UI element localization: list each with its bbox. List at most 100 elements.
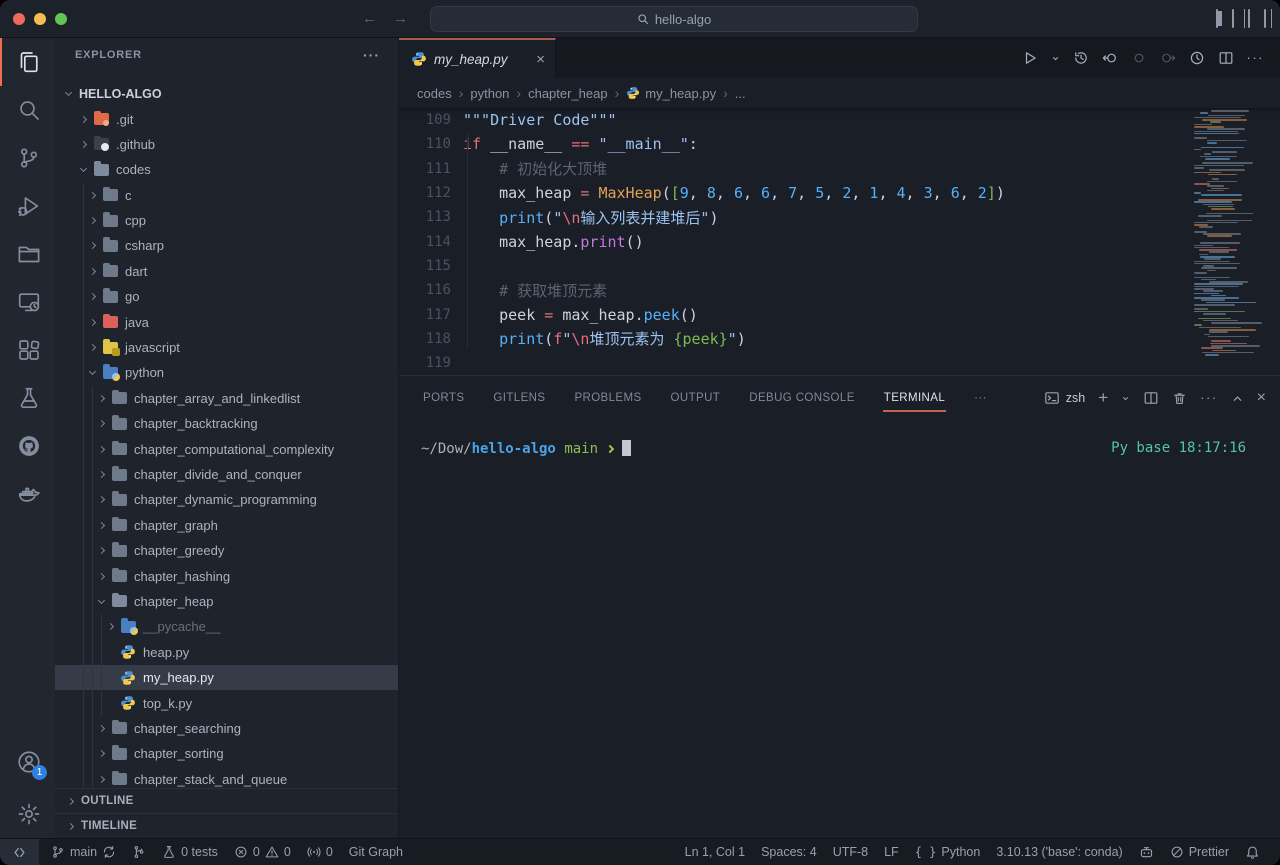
tree-item-csharp[interactable]: csharp — [55, 233, 398, 258]
activitybar-docker[interactable] — [0, 470, 55, 518]
breadcrumb-item-chapter_heap[interactable]: chapter_heap — [528, 86, 608, 101]
history-back-button[interactable]: ← — [362, 10, 377, 27]
tree-item-chapter_hashing[interactable]: chapter_hashing — [55, 563, 398, 588]
statusbar-tests[interactable]: 0 tests — [154, 839, 226, 865]
statusbar-prettier[interactable]: Prettier — [1162, 839, 1237, 865]
activitybar-run-and-debug[interactable] — [0, 182, 55, 230]
chevron-right-icon[interactable] — [94, 447, 108, 452]
layout-bottom-icon[interactable] — [1232, 10, 1234, 28]
minimize-window-button[interactable] — [34, 13, 46, 25]
breadcrumb-item-codes[interactable]: codes — [417, 86, 452, 101]
nav-circle-icon[interactable] — [1131, 50, 1147, 66]
history-forward-button[interactable]: → — [393, 10, 408, 27]
activitybar-search[interactable] — [0, 86, 55, 134]
activitybar-source-control[interactable] — [0, 134, 55, 182]
breadcrumb-item-my_heap.py[interactable]: my_heap.py — [626, 86, 716, 101]
chevron-right-icon[interactable] — [94, 523, 108, 528]
tree-item-chapter_sorting[interactable]: chapter_sorting — [55, 741, 398, 766]
tree-item-java[interactable]: java — [55, 309, 398, 334]
activitybar-testing[interactable] — [0, 374, 55, 422]
tree-item-chapter_computational_complexity[interactable]: chapter_computational_complexity — [55, 436, 398, 461]
tree-item-codes[interactable]: codes — [55, 157, 398, 182]
tree-item-chapter_heap[interactable]: chapter_heap — [55, 589, 398, 614]
statusbar-copilot[interactable] — [1131, 839, 1162, 865]
tree-item-chapter_array_and_linkedlist[interactable]: chapter_array_and_linkedlist — [55, 386, 398, 411]
tree-item-javascript[interactable]: javascript — [55, 335, 398, 360]
tree-item-go[interactable]: go — [55, 284, 398, 309]
chevron-right-icon[interactable] — [94, 726, 108, 731]
statusbar-remote-indicator[interactable] — [0, 839, 39, 865]
breadcrumb-item-python[interactable]: python — [470, 86, 509, 101]
close-window-button[interactable] — [13, 13, 25, 25]
code-editor[interactable]: 109"""Driver Code"""110if __name__ == "_… — [399, 108, 1280, 375]
chevron-down-icon[interactable] — [76, 168, 90, 171]
zoom-window-button[interactable] — [55, 13, 67, 25]
statusbar-forwarded-ports[interactable]: 0 — [299, 839, 341, 865]
split-editor-icon[interactable] — [1218, 50, 1234, 66]
tree-item-HELLO-ALGO[interactable]: HELLO-ALGO — [55, 81, 398, 106]
section-outline[interactable]: OUTLINE — [55, 788, 398, 813]
panel-tabs-overflow-icon[interactable]: ··· — [973, 386, 988, 410]
chevron-right-icon[interactable] — [94, 472, 108, 477]
tree-item-chapter_greedy[interactable]: chapter_greedy — [55, 538, 398, 563]
statusbar-indentation[interactable]: Spaces: 4 — [753, 839, 825, 865]
run-dropdown-icon[interactable] — [1051, 54, 1060, 63]
activitybar-settings[interactable] — [0, 790, 55, 838]
chevron-right-icon[interactable] — [85, 243, 99, 248]
shell-zsh-icon[interactable] — [1044, 390, 1060, 406]
statusbar-problems[interactable]: 00 — [226, 839, 299, 865]
statusbar-eol[interactable]: LF — [876, 839, 907, 865]
tree-item-.git[interactable]: .git — [55, 106, 398, 131]
explorer-more-actions-icon[interactable]: ··· — [363, 47, 380, 63]
statusbar-git-graph[interactable]: Git Graph — [341, 839, 411, 865]
terminal-picker-icon[interactable] — [1121, 394, 1130, 403]
section-timeline[interactable]: TIMELINE — [55, 813, 398, 838]
tree-item-top_k.py[interactable]: top_k.py — [55, 690, 398, 715]
tree-item-c[interactable]: c — [55, 183, 398, 208]
activitybar-extensions[interactable] — [0, 326, 55, 374]
layout-left-icon[interactable] — [1216, 10, 1218, 28]
chevron-right-icon[interactable] — [85, 218, 99, 223]
tree-item-__pycache__[interactable]: __pycache__ — [55, 614, 398, 639]
chevron-right-icon[interactable] — [85, 269, 99, 274]
panel-tab-debug-console[interactable]: DEBUG CONSOLE — [748, 386, 856, 410]
breadcrumb-item-...[interactable]: ... — [735, 86, 746, 101]
chevron-right-icon[interactable] — [76, 142, 90, 147]
tree-item-chapter_backtracking[interactable]: chapter_backtracking — [55, 411, 398, 436]
tree-item-cpp[interactable]: cpp — [55, 208, 398, 233]
tree-item-my_heap.py[interactable]: my_heap.py — [55, 665, 398, 690]
command-center-search[interactable]: hello-algo — [430, 6, 918, 32]
kill-terminal-icon[interactable] — [1172, 391, 1187, 406]
tree-item-chapter_stack_and_queue[interactable]: chapter_stack_and_queue — [55, 767, 398, 789]
more-actions-icon[interactable]: ··· — [1247, 49, 1265, 67]
activitybar-accounts[interactable]: 1 — [0, 738, 55, 786]
panel-tab-gitlens[interactable]: GITLENS — [492, 386, 546, 410]
go-forward-icon[interactable] — [1160, 50, 1176, 66]
minimap[interactable] — [1194, 110, 1264, 360]
chevron-right-icon[interactable] — [94, 574, 108, 579]
statusbar-encoding[interactable]: UTF-8 — [825, 839, 876, 865]
chevron-right-icon[interactable] — [85, 345, 99, 350]
split-terminal-icon[interactable] — [1143, 390, 1159, 406]
statusbar-scm-graph[interactable] — [124, 839, 154, 865]
chevron-right-icon[interactable] — [94, 497, 108, 502]
tree-item-chapter_divide_and_conquer[interactable]: chapter_divide_and_conquer — [55, 462, 398, 487]
chevron-down-icon[interactable] — [61, 92, 75, 95]
tree-item-heap.py[interactable]: heap.py — [55, 640, 398, 665]
local-history-icon[interactable] — [1073, 50, 1089, 66]
panel-tab-problems[interactable]: PROBLEMS — [573, 386, 642, 410]
run-python-file-icon[interactable] — [1022, 50, 1038, 66]
activitybar-project-manager[interactable] — [0, 230, 55, 278]
chevron-down-icon[interactable] — [85, 371, 99, 374]
close-panel-icon[interactable]: × — [1257, 389, 1266, 407]
layout-grid-icon[interactable] — [1264, 10, 1266, 28]
tree-item-chapter_dynamic_programming[interactable]: chapter_dynamic_programming — [55, 487, 398, 512]
chevron-right-icon[interactable] — [94, 421, 108, 426]
terminal[interactable]: ~/Dow/hello-algo main Py base 18:17:16 — [399, 420, 1280, 838]
chevron-right-icon[interactable] — [103, 624, 117, 629]
tree-item-chapter_graph[interactable]: chapter_graph — [55, 513, 398, 538]
statusbar-git-branch[interactable]: main — [43, 839, 124, 865]
tree-item-.github[interactable]: .github — [55, 132, 398, 157]
new-terminal-icon[interactable]: + — [1098, 389, 1108, 408]
chevron-right-icon[interactable] — [76, 117, 90, 122]
